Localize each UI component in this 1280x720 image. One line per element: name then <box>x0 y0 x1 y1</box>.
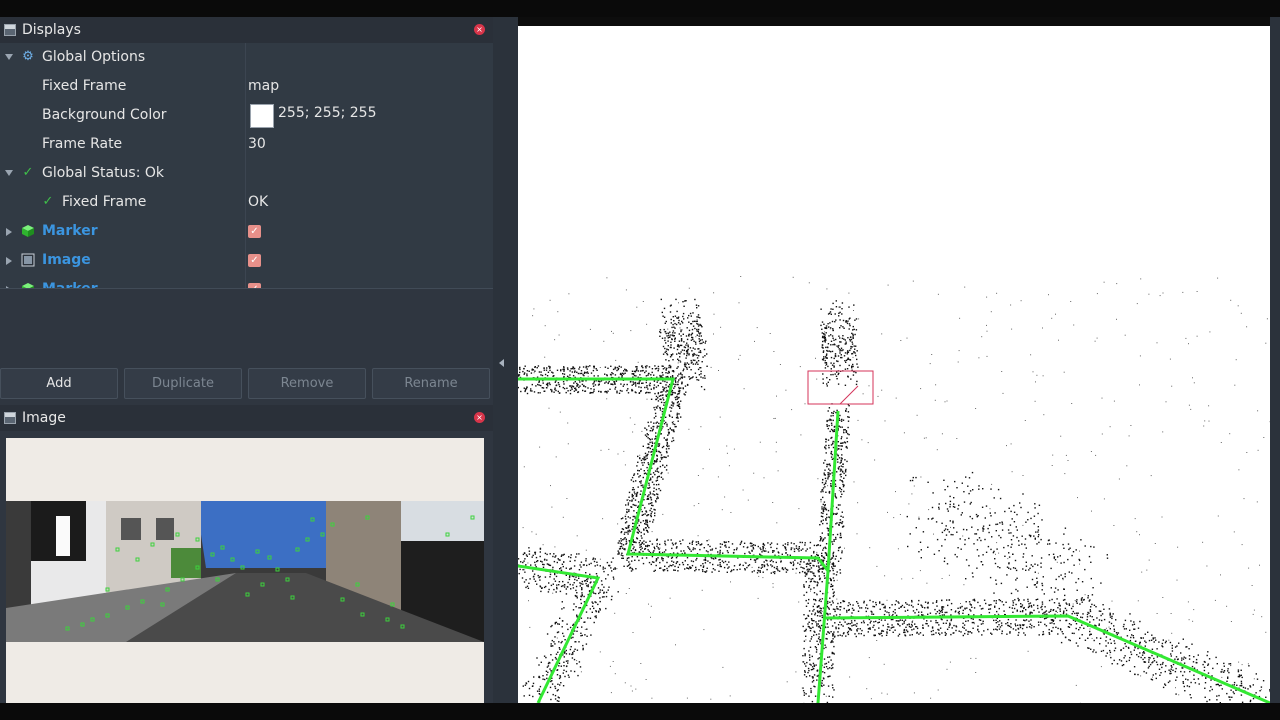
expand-arrow-icon[interactable] <box>5 170 13 176</box>
tree-row-background-color[interactable]: Background Color 255; 255; 255 <box>0 101 493 130</box>
frame-rate-value[interactable]: 30 <box>248 136 266 152</box>
add-button[interactable]: Add <box>0 368 118 399</box>
green-cube-icon <box>21 224 35 238</box>
duplicate-button[interactable]: Duplicate <box>124 368 242 399</box>
close-icon[interactable]: × <box>474 24 485 35</box>
dock-splitter[interactable] <box>493 17 518 703</box>
tree-row-label: Background Color <box>42 107 167 123</box>
color-swatch[interactable] <box>250 104 274 128</box>
tree-row-label: Image <box>42 252 91 268</box>
tree-row-label: Global Options <box>42 49 146 65</box>
image-panel-header: Image × <box>0 405 493 431</box>
expand-arrow-icon[interactable] <box>6 257 12 265</box>
tree-row-label: Marker <box>42 223 98 239</box>
displays-panel-title: Displays <box>22 22 81 38</box>
camera-frame <box>6 501 484 642</box>
tree-row-fixed-frame[interactable]: Fixed Frame map <box>0 72 493 101</box>
rename-button[interactable]: Rename <box>372 368 490 399</box>
close-icon[interactable]: × <box>474 412 485 423</box>
image-checkbox[interactable]: ✓ <box>248 254 261 267</box>
displays-panel-header: Displays × <box>0 17 493 43</box>
fixed-frame-value[interactable]: map <box>248 78 279 94</box>
remove-button[interactable]: Remove <box>248 368 366 399</box>
tree-row-global-options[interactable]: ⚙ Global Options <box>0 43 493 72</box>
image-panel-title: Image <box>22 410 66 426</box>
tree-row-frame-rate[interactable]: Frame Rate 30 <box>0 130 493 159</box>
displays-button-bar: Add Duplicate Remove Rename <box>0 368 493 400</box>
green-cube-icon <box>21 282 35 288</box>
bottom-bar <box>0 703 1280 720</box>
image-icon <box>21 253 35 267</box>
displays-tree: ⚙ Global Options Fixed Frame map Backgro… <box>0 43 493 289</box>
camera-image-view[interactable] <box>6 438 484 703</box>
tree-row-image[interactable]: Image ✓ <box>0 246 493 275</box>
collapse-arrow-icon[interactable] <box>499 359 504 367</box>
check-icon: ✓ <box>22 165 34 180</box>
right-edge <box>1270 17 1280 703</box>
expand-arrow-icon[interactable] <box>6 286 12 288</box>
window-icon <box>4 24 16 36</box>
top-bar <box>0 0 1280 17</box>
tree-row-label: Marker <box>42 281 98 289</box>
marker-checkbox[interactable]: ✓ <box>248 225 261 238</box>
tree-row-status-fixed-frame[interactable]: ✓ Fixed Frame OK <box>0 188 493 217</box>
tree-row-label: Global Status: Ok <box>42 165 165 181</box>
status-value: OK <box>248 194 269 210</box>
expand-arrow-icon[interactable] <box>5 54 13 60</box>
3d-viewport[interactable] <box>518 26 1270 703</box>
check-icon: ✓ <box>42 194 54 209</box>
gear-icon: ⚙ <box>22 49 34 64</box>
tree-row-marker[interactable]: Marker ✓ <box>0 217 493 246</box>
camera-frustum-marker <box>807 370 874 405</box>
marker-2-checkbox[interactable]: ✓ <box>248 283 261 288</box>
point-cloud-map <box>518 276 1270 703</box>
window-icon <box>4 412 16 424</box>
background-color-value[interactable]: 255; 255; 255 <box>278 105 377 121</box>
tree-row-label: Frame Rate <box>42 136 123 152</box>
property-description-area <box>0 292 493 362</box>
trajectory-path <box>518 377 1270 703</box>
tree-row-label: Fixed Frame <box>42 78 127 94</box>
expand-arrow-icon[interactable] <box>6 228 12 236</box>
tree-row-label: Fixed Frame <box>62 194 147 210</box>
tree-row-global-status[interactable]: ✓ Global Status: Ok <box>0 159 493 188</box>
tree-row-marker-2[interactable]: Marker ✓ <box>0 275 493 289</box>
